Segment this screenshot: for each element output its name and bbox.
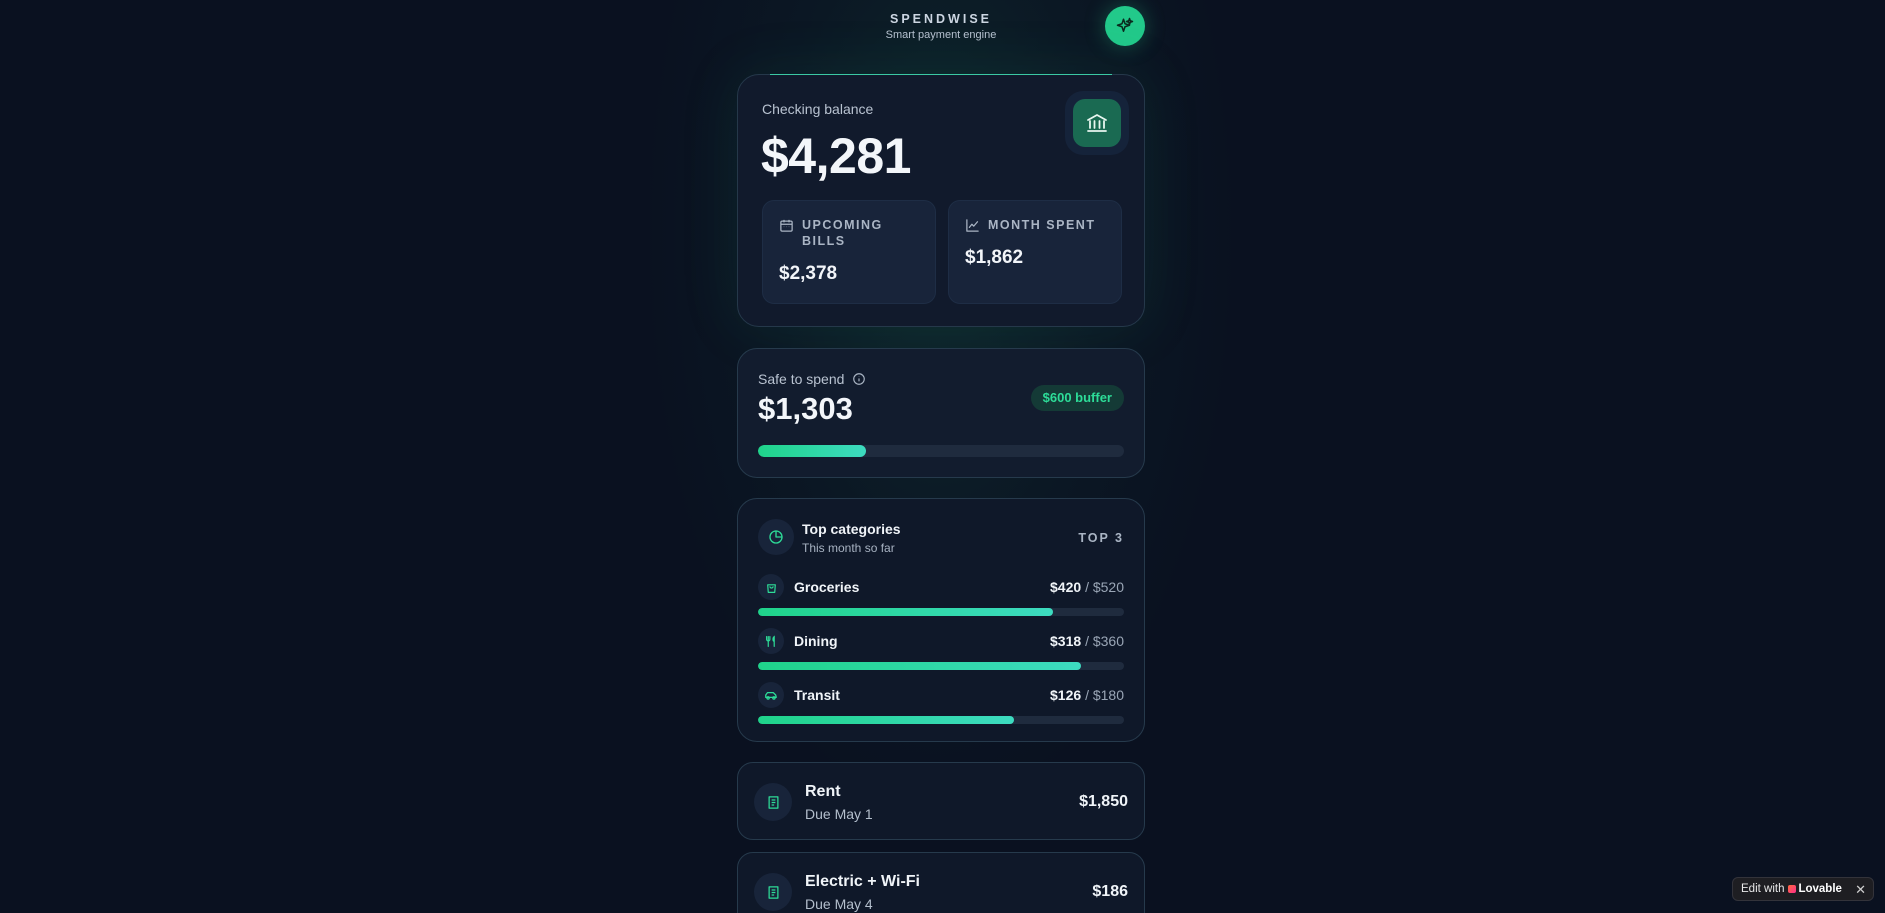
category-progress (758, 662, 1124, 670)
safe-to-spend-progress-fill (758, 445, 866, 457)
balance-label: Checking balance (762, 101, 874, 117)
buffer-badge: $600 buffer (1030, 385, 1124, 411)
category-row-dining[interactable]: Dining $318 / $360 (758, 628, 1124, 670)
safe-to-spend-label-row: Safe to spend (758, 371, 866, 387)
category-amount: $126 / $180 (1050, 687, 1124, 703)
category-name: Groceries (794, 579, 860, 595)
upcoming-bills-label: UPCOMING BILLS (802, 218, 883, 248)
app-header: SPENDWISE Smart payment engine (737, 0, 1145, 62)
ai-assistant-button[interactable] (1105, 6, 1145, 46)
card-accent-line (770, 74, 1112, 75)
bill-amount: $186 (1092, 883, 1128, 900)
badge-prefix: Edit with (1741, 883, 1785, 895)
edit-with-lovable-badge[interactable]: Edit with Lovable ✕ (1732, 877, 1874, 901)
bank-badge (1065, 91, 1129, 155)
categories-tag: TOP 3 (1078, 531, 1124, 545)
brand-tagline: Smart payment engine (885, 29, 997, 41)
heart-icon (1788, 885, 1797, 893)
safe-to-spend-amount: $1,303 (758, 391, 853, 426)
bill-item-rent[interactable]: Rent Due May 1 $1,850 (737, 762, 1145, 840)
utensils-icon (758, 628, 784, 654)
car-icon (758, 682, 784, 708)
category-row-groceries[interactable]: Groceries $420 / $520 (758, 574, 1124, 616)
bill-name: Electric + Wi-Fi (805, 873, 920, 890)
category-progress-fill (758, 662, 1082, 670)
bank-icon (1073, 99, 1121, 147)
category-progress-fill (758, 608, 1054, 616)
bill-due-date: Due May 1 (805, 806, 873, 822)
category-name: Dining (794, 633, 838, 649)
safe-to-spend-label: Safe to spend (758, 371, 845, 387)
bill-name: Rent (805, 783, 841, 800)
main-column: SPENDWISE Smart payment engine Checking … (737, 0, 1145, 913)
pie-chart-icon (758, 519, 794, 555)
calendar-icon (780, 219, 793, 232)
safe-to-spend-card: Safe to spend $1,303 $600 buffer (737, 348, 1145, 478)
balance-amount: $4,281 (761, 128, 911, 184)
top-categories-card: Top categories This month so far TOP 3 G… (737, 498, 1145, 742)
category-progress (758, 716, 1124, 724)
category-amount: $318 / $360 (1050, 633, 1124, 649)
receipt-icon (754, 873, 792, 911)
upcoming-bills-tile[interactable]: UPCOMING BILLS $2,378 (762, 200, 936, 304)
category-progress-fill (758, 716, 1015, 724)
category-row-transit[interactable]: Transit $126 / $180 (758, 682, 1124, 724)
bill-item-electric-wifi[interactable]: Electric + Wi-Fi Due May 4 $186 (737, 852, 1145, 913)
sparkles-icon (1116, 17, 1134, 32)
balance-card: Checking balance $4,281 UPCOMING BILLS $… (737, 74, 1145, 327)
month-spent-label: MONTH SPENT (988, 218, 1096, 232)
category-amount: $420 / $520 (1050, 579, 1124, 595)
brand-name: SPENDWISE (889, 12, 992, 26)
category-name: Transit (794, 687, 840, 703)
lovable-logo: Lovable (1788, 883, 1842, 895)
categories-subtitle: This month so far (802, 541, 895, 555)
receipt-icon (754, 783, 792, 821)
month-spent-value: $1,862 (965, 247, 1024, 268)
safe-to-spend-progress (758, 445, 1124, 457)
close-icon[interactable]: ✕ (1855, 882, 1866, 898)
bill-due-date: Due May 4 (805, 896, 873, 912)
bill-amount: $1,850 (1079, 793, 1128, 810)
category-progress (758, 608, 1124, 616)
info-icon[interactable] (852, 372, 866, 386)
categories-title: Top categories (802, 521, 901, 537)
line-chart-icon (966, 219, 979, 232)
upcoming-bills-value: $2,378 (779, 263, 838, 284)
month-spent-tile[interactable]: MONTH SPENT $1,862 (948, 200, 1122, 304)
shopping-bag-icon (758, 574, 784, 600)
